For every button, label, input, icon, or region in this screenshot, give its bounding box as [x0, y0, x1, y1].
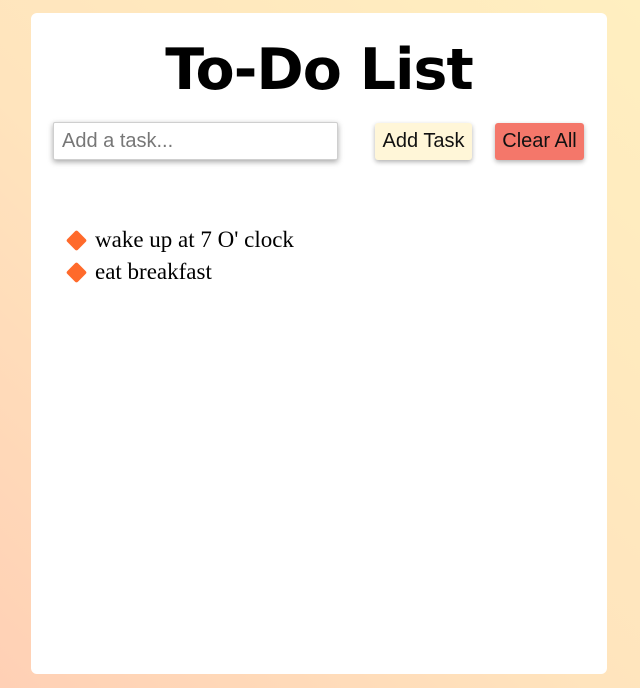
task-text: wake up at 7 O' clock — [95, 227, 294, 252]
task-input[interactable] — [53, 122, 338, 160]
page-title: To-Do List — [165, 37, 473, 103]
list-item[interactable]: eat breakfast — [65, 256, 294, 288]
diamond-bullet-icon — [65, 261, 88, 283]
diamond-bullet-icon — [65, 229, 88, 251]
task-text: eat breakfast — [95, 259, 212, 284]
clear-all-button[interactable]: Clear All — [495, 123, 584, 160]
list-item[interactable]: wake up at 7 O' clock — [65, 224, 294, 256]
add-task-button[interactable]: Add Task — [375, 123, 472, 160]
task-list: wake up at 7 O' clock eat breakfast — [65, 224, 294, 288]
todo-card: To-Do List Add Task Clear All wake up at… — [31, 13, 607, 674]
